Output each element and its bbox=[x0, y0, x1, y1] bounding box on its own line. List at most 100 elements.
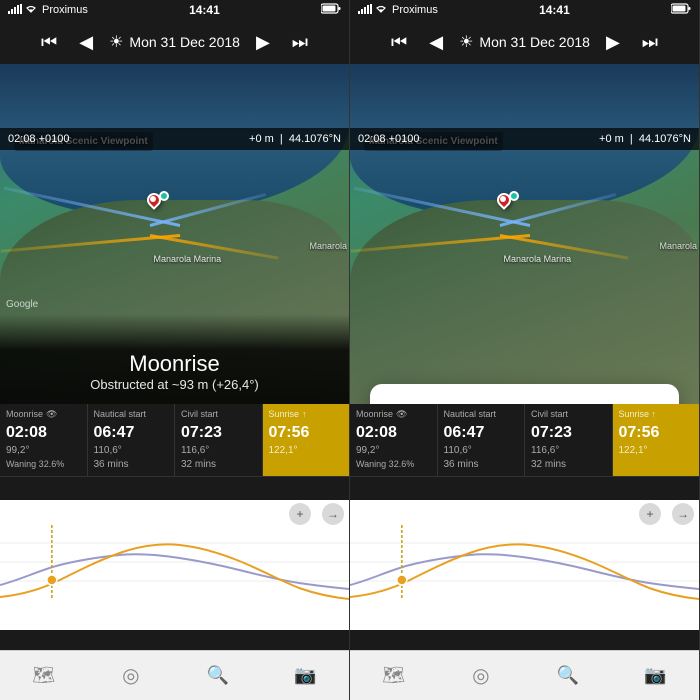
col-sunrise-time-r: 07:56 bbox=[619, 422, 694, 444]
chart-area-right: Moon 99,2° -0,2° Sun 54,0° -60,1° 02:08 … bbox=[350, 500, 699, 630]
search-icon: 🔍 bbox=[207, 665, 229, 686]
clock: 14:41 bbox=[189, 3, 220, 17]
table-header-row: Moonrise 👁 02:08 99,2° Waning 32.6% Naut… bbox=[0, 404, 349, 477]
signal-icon-r bbox=[358, 4, 372, 17]
chart-nav-arrow-r[interactable]: → bbox=[672, 503, 694, 525]
chart-nav-arrow[interactable]: → bbox=[322, 503, 344, 525]
col-civil-r: Civil start 07:23 116,6° 32 mins bbox=[525, 404, 613, 476]
map-background-right: Manarola Scenic Viewpoint Manarola Marin… bbox=[350, 64, 699, 404]
col-sunrise-label: Sunrise ↑ bbox=[269, 408, 344, 421]
col-moonrise-label: Moonrise 👁 bbox=[6, 408, 81, 421]
camera-icon: 📷 bbox=[294, 665, 316, 686]
altitude-coords-r: +0 m | 44.1076°N bbox=[599, 133, 691, 145]
tab-map-r[interactable]: 🗺 bbox=[350, 651, 437, 700]
tab-compass-r[interactable]: ◎ bbox=[437, 651, 524, 700]
direction-lines-r bbox=[350, 64, 699, 404]
skip-next-button-r[interactable]: ⏭ bbox=[636, 28, 664, 57]
skip-next-button[interactable]: ⏭ bbox=[286, 28, 314, 57]
data-table-left: Moonrise 👁 02:08 99,2° Waning 32.6% Naut… bbox=[0, 404, 349, 477]
tab-camera[interactable]: 📷 bbox=[262, 651, 349, 700]
status-left: Proximus bbox=[8, 4, 88, 17]
col-nautical-label: Nautical start bbox=[94, 408, 169, 421]
data-table-right: Moonrise 👁 02:08 99,2° Waning 32.6% Naut… bbox=[350, 404, 699, 477]
next-button[interactable]: ▶ bbox=[250, 28, 276, 57]
map-background: Manarola Scenic Viewpoint Manarola Marin… bbox=[0, 64, 349, 404]
elevation-popup[interactable]: Elevation profile (short) 0,2 km Elevati… bbox=[370, 384, 679, 404]
eye-icon: 👁 bbox=[46, 408, 57, 421]
col-civil-time-r: 07:23 bbox=[531, 422, 606, 444]
chart-svg-left bbox=[0, 525, 349, 600]
google-label: Google bbox=[6, 299, 38, 310]
next-button-r[interactable]: ▶ bbox=[600, 28, 626, 57]
camera-icon-r: 📷 bbox=[644, 665, 666, 686]
location-pin-r[interactable] bbox=[497, 193, 517, 213]
col-nautical-mins-r: 36 mins bbox=[444, 458, 519, 472]
prev-button-r[interactable]: ◀ bbox=[423, 28, 449, 57]
tab-map[interactable]: 🗺 bbox=[0, 651, 87, 700]
col-civil-mins-r: 32 mins bbox=[531, 458, 606, 472]
nav-bar-right: ⏮ ◀ ☀ Mon 31 Dec 2018 ▶ ⏭ bbox=[350, 20, 699, 64]
col-moonrise-time-r: 02:08 bbox=[356, 422, 431, 444]
left-panel: Proximus 14:41 ⏮ ◀ ☀ Mon 31 Dec 2018 ▶ ⏭… bbox=[0, 0, 350, 700]
carrier-name-r: Proximus bbox=[392, 4, 438, 16]
elev-short-label: Elevation profile (short) bbox=[386, 402, 520, 404]
tab-bar-right: 🗺 ◎ 🔍 📷 bbox=[350, 650, 699, 700]
search-icon-r: 🔍 bbox=[557, 665, 579, 686]
col-nautical-time-r: 06:47 bbox=[444, 422, 519, 444]
tab-compass[interactable]: ◎ bbox=[87, 651, 174, 700]
info-bar-left: 02:08 +0100 +0 m | 44.1076°N bbox=[0, 128, 349, 150]
elev-short-value: 0,2 km bbox=[624, 402, 663, 404]
col-civil-label: Civil start bbox=[181, 408, 256, 421]
info-bar-right: 02:08 +0100 +0 m | 44.1076°N bbox=[350, 128, 699, 150]
chart-plus-button-r[interactable]: + bbox=[639, 503, 661, 525]
tab-camera-r[interactable]: 📷 bbox=[612, 651, 699, 700]
moonrise-subtitle: Obstructed at ~93 m (+26,4°) bbox=[15, 377, 334, 392]
map-icon: 🗺 bbox=[32, 665, 55, 686]
col-sunrise: Sunrise ↑ 07:56 122,1° bbox=[263, 404, 350, 476]
compass-icon-r: ◎ bbox=[472, 663, 489, 688]
location-pin[interactable] bbox=[147, 193, 167, 213]
moonrise-title: Moonrise bbox=[15, 351, 334, 377]
col-moonrise-label-r: Moonrise 👁 bbox=[356, 408, 431, 421]
altitude-coords: +0 m | 44.1076°N bbox=[249, 133, 341, 145]
elev-row-short[interactable]: Elevation profile (short) 0,2 km bbox=[370, 392, 679, 404]
sun-nav-icon-r: ☀ bbox=[459, 32, 473, 52]
battery-icon bbox=[321, 3, 341, 17]
right-label: Manarola bbox=[309, 241, 347, 251]
chart-plus-button[interactable]: + bbox=[289, 503, 311, 525]
battery-icon-r bbox=[671, 3, 691, 17]
tab-search[interactable]: 🔍 bbox=[175, 651, 262, 700]
map-area-right[interactable]: 02:08 +0100 +0 m | 44.1076°N bbox=[350, 64, 699, 404]
status-bar-left: Proximus 14:41 bbox=[0, 0, 349, 20]
col-civil-mins: 32 mins bbox=[181, 458, 256, 472]
right-panel: Proximus 14:41 ⏮ ◀ ☀ Mon 31 Dec 2018 ▶ ⏭… bbox=[350, 0, 700, 700]
eye-icon-r: 👁 bbox=[396, 408, 407, 421]
status-bar-right: Proximus 14:41 bbox=[350, 0, 699, 20]
compass-icon: ◎ bbox=[122, 663, 139, 688]
col-moonrise-r: Moonrise 👁 02:08 99,2° Waning 32.6% bbox=[350, 404, 438, 476]
col-moonrise-time: 02:08 bbox=[6, 422, 81, 444]
col-nautical-deg: 110,6° bbox=[94, 444, 169, 458]
col-moonrise-deg: 99,2° bbox=[6, 444, 81, 458]
status-right-right bbox=[671, 3, 691, 17]
col-nautical-r: Nautical start 06:47 110,6° 36 mins bbox=[438, 404, 526, 476]
marina-label-r: Manarola Marina bbox=[504, 254, 572, 264]
time-offset-r: 02:08 +0100 bbox=[358, 133, 419, 145]
sun-nav-icon: ☀ bbox=[109, 32, 123, 52]
marina-label: Manarola Marina bbox=[154, 254, 222, 264]
skip-prev-button-r[interactable]: ⏮ bbox=[385, 28, 413, 57]
col-civil-label-r: Civil start bbox=[531, 408, 606, 421]
tab-search-r[interactable]: 🔍 bbox=[525, 651, 612, 700]
right-label-r: Manarola bbox=[659, 241, 697, 251]
skip-prev-button[interactable]: ⏮ bbox=[35, 28, 63, 57]
status-right bbox=[321, 3, 341, 17]
col-nautical-mins: 36 mins bbox=[94, 458, 169, 472]
map-area-left[interactable]: 02:08 +0100 +0 m | 44.1076°N bbox=[0, 64, 349, 404]
tab-bar-left: 🗺 ◎ 🔍 📷 bbox=[0, 650, 349, 700]
col-sunrise-time: 07:56 bbox=[269, 422, 344, 444]
col-moonrise-phase-r: Waning 32.6% bbox=[356, 458, 431, 471]
col-nautical-time: 06:47 bbox=[94, 422, 169, 444]
prev-button[interactable]: ◀ bbox=[73, 28, 99, 57]
chart-svg-right bbox=[350, 525, 699, 600]
col-civil-time: 07:23 bbox=[181, 422, 256, 444]
